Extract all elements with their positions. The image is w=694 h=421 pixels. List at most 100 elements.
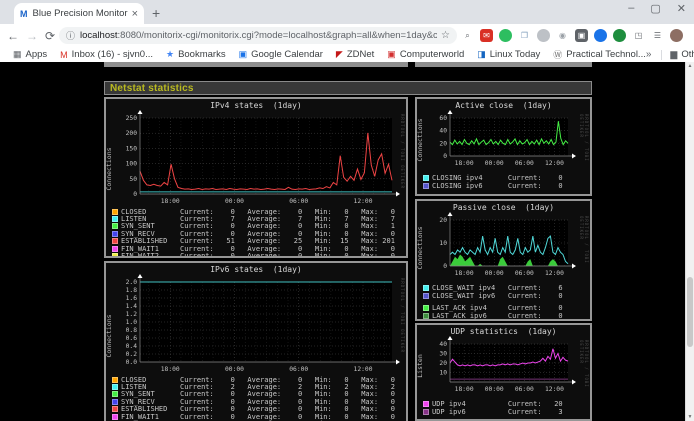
window-maximize-button[interactable]: ▢	[650, 2, 660, 15]
gray-extension-icon[interactable]	[537, 29, 550, 42]
legend-color-box	[112, 391, 118, 397]
page-info-icon[interactable]: ⓘ	[66, 29, 75, 42]
svg-text:12:00: 12:00	[354, 198, 373, 205]
screenshot-extension-icon[interactable]: ▣	[575, 29, 588, 42]
other-bookmarks-label: Other bookmarks	[681, 49, 694, 60]
new-tab-button[interactable]: +	[152, 4, 160, 22]
bookmark-practical-technol[interactable]: ⓌPractical Technol...	[553, 48, 646, 61]
browser-toolbar: ← → ⟳ ⌂ ⓘ localhost:8080/monitorix-cgi/m…	[0, 24, 694, 47]
svg-text:50: 50	[129, 176, 137, 183]
monitorix-favicon: M	[20, 9, 28, 19]
svg-text:0.2: 0.2	[126, 351, 138, 358]
svg-text:10: 10	[439, 370, 447, 377]
svg-text:00:00: 00:00	[485, 160, 504, 167]
svg-text:0.8: 0.8	[126, 327, 138, 334]
eye-extension-icon[interactable]: ◉	[556, 29, 569, 42]
gmail-icon: M	[60, 50, 68, 60]
legend-item: TIME_WAIT ipv4 Current: 23	[423, 194, 590, 197]
svg-text:0: 0	[133, 191, 137, 198]
active-close-graph-panel[interactable]: Active close (1day)020406018:0000:0006:0…	[415, 97, 592, 196]
extensions-puzzle-icon[interactable]: ◳	[632, 29, 645, 42]
bookmark-inbox-16-sjvn0[interactable]: M Inbox (16) - sjvn0...	[60, 49, 153, 60]
reload-icon[interactable]: ⟳	[45, 29, 55, 43]
bookmark-label: Inbox (16) - sjvn0...	[72, 49, 153, 60]
profile-avatar[interactable]	[670, 29, 683, 42]
legend-color-box	[112, 216, 118, 222]
chart-plot[interactable]: 1020304018:0000:0006:0012:00	[430, 336, 578, 396]
chart-plot[interactable]: 0102018:0000:0006:0012:00	[430, 212, 578, 280]
previous-section-panel-edge	[415, 62, 592, 67]
bookmark-bookmarks[interactable]: ★Bookmarks	[166, 49, 226, 60]
svg-text:20: 20	[439, 360, 447, 367]
rrdtool-watermark: RRDTOOL / TOBI OETIKER	[400, 114, 405, 189]
svg-text:1.6: 1.6	[126, 295, 138, 302]
forward-icon[interactable]: →	[26, 29, 38, 43]
svg-text:1.8: 1.8	[126, 287, 138, 294]
svg-text:18:00: 18:00	[161, 198, 180, 205]
scroll-down-icon[interactable]: ▼	[686, 414, 694, 420]
chart-plot[interactable]: 020406018:0000:0006:0012:00	[430, 110, 578, 170]
back-icon[interactable]: ←	[7, 29, 19, 43]
pages-extension-icon[interactable]: ❐	[518, 29, 531, 42]
folder-icon: ▆	[670, 49, 677, 60]
tab-list-icon[interactable]: ☰	[651, 29, 664, 42]
other-bookmarks-button[interactable]: ▆ Other bookmarks	[670, 49, 694, 60]
window-minimize-button[interactable]: –	[628, 2, 634, 15]
legend-color-box	[112, 406, 118, 412]
bookmark-star-icon[interactable]: ☆	[441, 30, 450, 41]
calendar-icon: ▣	[239, 49, 248, 60]
bookmark-label: ZDNet	[347, 49, 374, 60]
address-bar[interactable]: ⓘ localhost:8080/monitorix-cgi/monitorix…	[59, 27, 457, 44]
legend-color-box	[423, 183, 429, 189]
scroll-up-icon[interactable]: ▲	[686, 63, 694, 69]
bookmark-linux-today[interactable]: ◨Linux Today	[477, 49, 540, 60]
legend-color-box	[112, 246, 118, 252]
svg-text:12:00: 12:00	[545, 160, 564, 167]
ipv6-states-graph-panel[interactable]: IPv6 states (1day)0.00.20.40.60.81.01.21…	[104, 261, 408, 421]
y-axis-label: Connections	[105, 148, 113, 191]
chart-legend: UDP ipv4 Current: 20UDP ipv6 Current: 3	[423, 400, 590, 416]
browser-tab[interactable]: M Blue Precision Monitorix ×	[14, 3, 144, 24]
chart-plot[interactable]: 0.00.20.40.60.81.01.21.41.61.82.018:0000…	[118, 274, 402, 376]
legend-text: FIN_WAIT2 Current: 0 Average: 0 Min: 0 M…	[121, 252, 395, 258]
passive-close-graph-panel[interactable]: Passive close (1day)0102018:0000:0006:00…	[415, 199, 592, 321]
bookmark-computerworld[interactable]: ▣Computerworld	[387, 49, 464, 60]
ipv4-states-graph-panel[interactable]: IPv4 states (1day)05010015020025018:0000…	[104, 97, 408, 258]
scrollbar-thumb[interactable]	[687, 277, 693, 347]
chart-legend: CLOSED Current: 0 Average: 0 Min: 0 Max:…	[112, 208, 406, 258]
bookmark-google-calendar[interactable]: ▣Google Calendar	[239, 49, 323, 60]
window-close-button[interactable]: ✕	[677, 2, 686, 15]
svg-text:12:00: 12:00	[545, 386, 564, 393]
gmail-extension-icon[interactable]: ✉	[480, 29, 493, 42]
legend-color-box	[423, 175, 429, 181]
bookmark-zdnet[interactable]: ◤ZDNet	[336, 49, 374, 60]
legend-item: CLOSING ipv6 Current: 0	[423, 182, 590, 190]
chart-plot[interactable]: 05010015020025018:0000:0006:0012:00	[118, 110, 402, 208]
search-icon[interactable]: ⌕	[461, 29, 474, 42]
legend-color-box	[112, 377, 118, 383]
svg-text:1.4: 1.4	[126, 303, 138, 310]
green-extension-icon[interactable]	[499, 29, 512, 42]
green-ring-extension-icon[interactable]	[613, 29, 626, 42]
bookmarks-overflow-chevron[interactable]: »	[646, 49, 652, 60]
menu-dots-icon[interactable]: ⋮	[689, 29, 694, 42]
svg-text:1.0: 1.0	[126, 319, 138, 326]
svg-text:0.4: 0.4	[126, 343, 138, 350]
tab-close-icon[interactable]: ×	[132, 8, 138, 20]
svg-text:2.0: 2.0	[126, 279, 138, 286]
previous-section-panel-edge	[104, 62, 408, 67]
svg-text:06:00: 06:00	[515, 386, 534, 393]
y-axis-label: Connections	[416, 118, 424, 161]
legend-text: LAST_ACK ipv4 Current: 0	[432, 304, 563, 312]
svg-text:1.2: 1.2	[126, 311, 138, 318]
svg-text:10: 10	[439, 240, 447, 247]
svg-text:06:00: 06:00	[515, 270, 534, 277]
legend-color-box	[423, 195, 429, 197]
bookmark-apps[interactable]: ▦Apps	[13, 49, 47, 60]
svg-text:06:00: 06:00	[289, 366, 308, 373]
messenger-extension-icon[interactable]	[594, 29, 607, 42]
udp-statistics-graph-panel[interactable]: UDP statistics (1day)1020304018:0000:000…	[415, 323, 592, 421]
url-text[interactable]: localhost:8080/monitorix-cgi/monitorix.c…	[80, 30, 437, 41]
vertical-scrollbar[interactable]: ▲ ▼	[685, 62, 694, 421]
rrdtool-watermark: RRDTOOL / TOBI OETIKER	[579, 114, 589, 170]
